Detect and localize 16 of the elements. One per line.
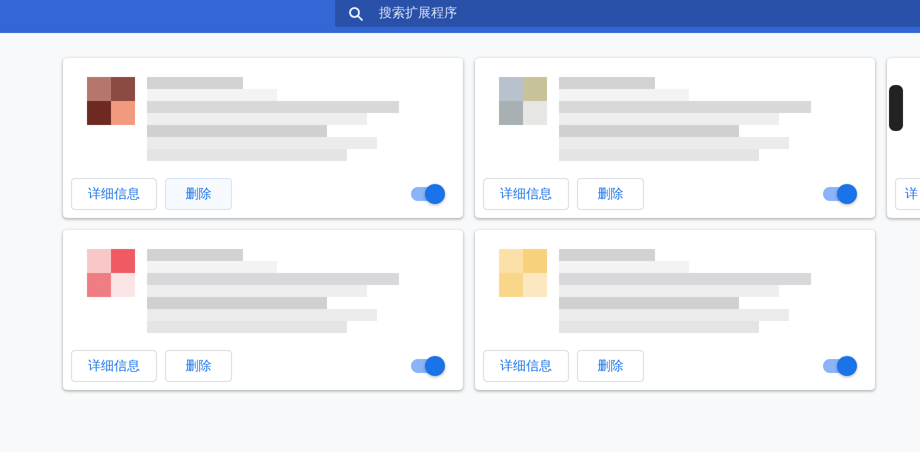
- search-icon: [348, 6, 364, 22]
- enable-toggle[interactable]: [411, 359, 443, 373]
- details-button[interactable]: 详细信息: [71, 178, 157, 210]
- remove-button[interactable]: 删除: [165, 350, 232, 382]
- enable-toggle[interactable]: [411, 187, 443, 201]
- details-button[interactable]: 详: [895, 178, 920, 210]
- search-field[interactable]: 搜索扩展程序: [335, 0, 920, 27]
- remove-button[interactable]: 删除: [165, 178, 232, 210]
- enable-toggle[interactable]: [823, 359, 855, 373]
- details-button[interactable]: 详细信息: [71, 350, 157, 382]
- details-button[interactable]: 详细信息: [483, 350, 569, 382]
- extension-icon: [889, 85, 903, 131]
- details-button[interactable]: 详细信息: [483, 178, 569, 210]
- remove-button[interactable]: 删除: [577, 178, 644, 210]
- remove-button[interactable]: 删除: [577, 350, 644, 382]
- enable-toggle[interactable]: [823, 187, 855, 201]
